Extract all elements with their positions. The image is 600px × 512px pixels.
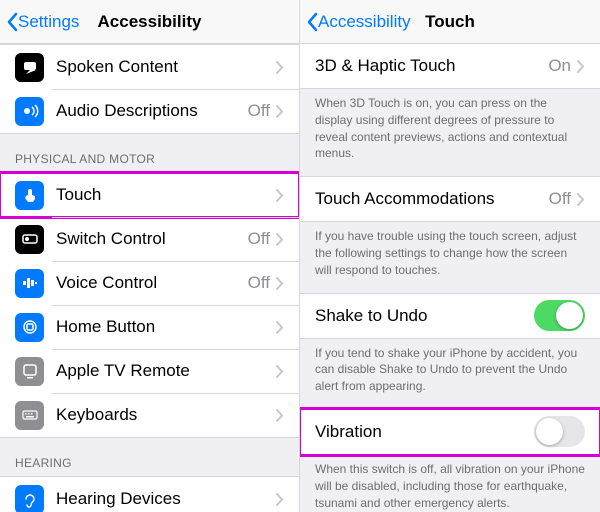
hearing-devices-row[interactable]: Hearing Devices <box>0 477 299 512</box>
row-label: Switch Control <box>56 229 248 249</box>
audio-descriptions-row[interactable]: Audio DescriptionsOff <box>0 89 299 133</box>
haptic-footer: When 3D Touch is on, you can press on th… <box>300 89 600 176</box>
home-icon <box>15 313 44 342</box>
touch-accommodations-value: Off <box>549 189 571 209</box>
switch-ctrl-icon <box>15 225 44 254</box>
physical-motor-header: PHYSICAL AND MOTOR <box>0 134 299 172</box>
vibration-label: Vibration <box>315 422 534 442</box>
back-button-settings[interactable]: Settings <box>0 12 79 32</box>
row-label: Audio Descriptions <box>56 101 248 121</box>
hearing-icon <box>15 485 44 512</box>
row-label: Touch <box>56 185 276 205</box>
left-scroll[interactable]: Spoken ContentAudio DescriptionsOff PHYS… <box>0 44 299 512</box>
touch-icon <box>15 181 44 210</box>
shake-to-undo-switch[interactable] <box>534 300 585 331</box>
chevron-icon <box>276 365 284 378</box>
keyboard-icon <box>15 401 44 430</box>
keyboards-row[interactable]: Keyboards <box>0 393 299 437</box>
row-value: Off <box>248 101 270 121</box>
row-label: Home Button <box>56 317 276 337</box>
chevron-icon <box>276 105 284 118</box>
home-button-row[interactable]: Home Button <box>0 305 299 349</box>
apple-tv-remote-row[interactable]: Apple TV Remote <box>0 349 299 393</box>
haptic-touch-value: On <box>548 56 571 76</box>
touch-pane: Accessibility Touch 3D & Haptic Touch On… <box>300 0 600 512</box>
switch-control-row[interactable]: Switch ControlOff <box>0 217 299 261</box>
vibration-row[interactable]: Vibration <box>300 410 600 454</box>
chevron-icon <box>276 189 284 202</box>
navbar-right: Accessibility Touch <box>300 0 600 44</box>
row-label: Spoken Content <box>56 57 276 77</box>
row-value: Off <box>248 229 270 249</box>
chevron-icon <box>276 277 284 290</box>
row-value: Off <box>248 273 270 293</box>
tv-icon <box>15 357 44 386</box>
row-label: Voice Control <box>56 273 248 293</box>
row-label: Apple TV Remote <box>56 361 276 381</box>
touch-row[interactable]: Touch <box>0 173 299 217</box>
audio-desc-icon <box>15 97 44 126</box>
hearing-header: HEARING <box>0 438 299 476</box>
shake-to-undo-row[interactable]: Shake to Undo <box>300 294 600 338</box>
speech-icon <box>15 53 44 82</box>
spoken-content-row[interactable]: Spoken Content <box>0 45 299 89</box>
haptic-touch-row[interactable]: 3D & Haptic Touch On <box>300 44 600 88</box>
chevron-icon <box>276 409 284 422</box>
vibration-switch[interactable] <box>534 416 585 447</box>
vibration-footer: When this switch is off, all vibration o… <box>300 455 600 512</box>
chevron-icon <box>577 193 585 206</box>
touch-accommodations-row[interactable]: Touch Accommodations Off <box>300 177 600 221</box>
chevron-icon <box>276 321 284 334</box>
touch-accommodations-label: Touch Accommodations <box>315 189 549 209</box>
row-label: Hearing Devices <box>56 489 276 509</box>
accessibility-pane: Settings Accessibility Spoken Content Aud… <box>0 0 300 512</box>
shake-footer: If you tend to shake your iPhone by acci… <box>300 339 600 409</box>
chevron-icon <box>276 61 284 74</box>
voice-ctrl-icon <box>15 269 44 298</box>
row-label: Keyboards <box>56 405 276 425</box>
chevron-icon <box>276 233 284 246</box>
navbar-left: Settings Accessibility <box>0 0 299 44</box>
back-button-accessibility[interactable]: Accessibility <box>300 12 411 32</box>
chevron-icon <box>276 493 284 506</box>
right-scroll[interactable]: 3D & Haptic Touch On When 3D Touch is on… <box>300 44 600 512</box>
chevron-icon <box>577 60 585 73</box>
accom-footer: If you have trouble using the touch scre… <box>300 222 600 292</box>
voice-control-row[interactable]: Voice ControlOff <box>0 261 299 305</box>
haptic-touch-label: 3D & Haptic Touch <box>315 56 548 76</box>
shake-to-undo-label: Shake to Undo <box>315 306 534 326</box>
